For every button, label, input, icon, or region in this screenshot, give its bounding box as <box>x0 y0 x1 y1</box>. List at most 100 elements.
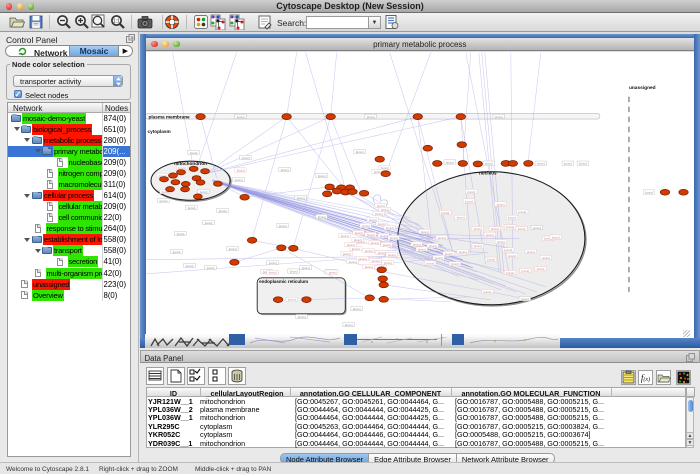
svg-text:[xxxx]: [xxxx] <box>268 260 276 264</box>
svg-text:f(x): f(x) <box>641 373 650 383</box>
svg-text:[xxxx]: [xxxx] <box>178 165 186 169</box>
svg-text:nucleus: nucleus <box>478 170 496 175</box>
svg-text:[xxxx]: [xxxx] <box>364 264 372 268</box>
svg-text:[xxxx]: [xxxx] <box>382 242 390 246</box>
svg-text:[xxxx]: [xxxx] <box>444 251 452 255</box>
svg-text:[xxxx]: [xxxx] <box>328 270 336 274</box>
svg-text:[xxxx]: [xxxx] <box>289 269 297 273</box>
svg-text:[xxxx]: [xxxx] <box>172 249 180 253</box>
svg-text:1:1: 1:1 <box>113 19 120 25</box>
svg-text:[xxxx]: [xxxx] <box>364 248 372 252</box>
svg-text:[xxxx]: [xxxx] <box>420 229 428 233</box>
svg-text:[xxxx]: [xxxx] <box>645 190 653 194</box>
svg-text:[xxxx]: [xxxx] <box>370 240 378 244</box>
svg-text:[xxxx]: [xxxx] <box>352 306 360 310</box>
svg-text:[xxxx]: [xxxx] <box>296 195 304 199</box>
svg-text:[xxxx]: [xxxx] <box>445 160 453 164</box>
svg-text:[xxxx]: [xxxx] <box>278 223 286 227</box>
svg-text:[xxxx]: [xxxx] <box>355 149 363 153</box>
svg-text:[xxxx]: [xxxx] <box>236 114 244 118</box>
svg-text:[xxxx]: [xxxx] <box>483 289 491 293</box>
svg-text:[xxxx]: [xxxx] <box>228 246 236 250</box>
svg-text:[xxxx]: [xxxx] <box>517 227 525 231</box>
svg-text:[xxxx]: [xxxx] <box>434 255 442 259</box>
svg-text:plasma membrane: plasma membrane <box>148 114 190 119</box>
svg-text:[xxxx]: [xxxx] <box>236 168 244 172</box>
svg-text:[xxxx]: [xxxx] <box>441 210 449 214</box>
svg-text:[xxxx]: [xxxx] <box>428 243 436 247</box>
svg-text:[xxxx]: [xxxx] <box>361 223 369 227</box>
svg-text:[xxxx]: [xxxx] <box>551 235 559 239</box>
svg-text:[xxxx]: [xxxx] <box>371 258 379 262</box>
svg-text:[xxxx]: [xxxx] <box>437 235 445 239</box>
svg-text:[xxxx]: [xxxx] <box>374 211 382 215</box>
svg-text:[xxxx]: [xxxx] <box>385 225 393 229</box>
svg-text:[xxxx]: [xxxx] <box>467 189 475 193</box>
svg-text:[xxxx]: [xxxx] <box>351 246 359 250</box>
svg-text:[xxxx]: [xxxx] <box>487 257 495 261</box>
svg-text:[xxxx]: [xxxx] <box>373 169 381 173</box>
svg-text:[xxxx]: [xxxx] <box>206 265 214 269</box>
svg-text:[xxxx]: [xxxx] <box>268 270 276 274</box>
svg-text:[xxxx]: [xxxx] <box>579 161 587 165</box>
svg-text:mitochondrion: mitochondrion <box>174 161 207 166</box>
svg-text:[xxxx]: [xxxx] <box>518 209 526 213</box>
svg-text:[xxxx]: [xxxx] <box>354 230 362 234</box>
svg-text:[xxxx]: [xxxx] <box>348 259 356 263</box>
svg-text:[xxxx]: [xxxx] <box>241 155 249 159</box>
svg-text:[xxxx]: [xxxx] <box>506 225 514 229</box>
svg-text:[xxxx]: [xxxx] <box>486 232 494 236</box>
svg-text:[xxxx]: [xxxx] <box>491 227 499 231</box>
svg-text:[xxxx]: [xxxx] <box>458 249 466 253</box>
svg-text:[xxxx]: [xxxx] <box>504 248 512 252</box>
svg-text:[xxxx]: [xxxx] <box>473 244 481 248</box>
svg-text:[xxxx]: [xxxx] <box>426 261 434 265</box>
svg-text:cytoplasm: cytoplasm <box>147 129 170 134</box>
svg-text:[xxxx]: [xxxx] <box>494 114 502 118</box>
svg-text:[xxxx]: [xxxx] <box>366 232 374 236</box>
svg-text:[xxxx]: [xxxx] <box>159 198 167 202</box>
svg-text:[xxxx]: [xxxx] <box>204 220 212 224</box>
svg-text:unassigned: unassigned <box>628 85 655 91</box>
svg-text:[xxxx]: [xxxx] <box>536 267 544 271</box>
svg-text:[xxxx]: [xxxx] <box>456 215 464 219</box>
svg-text:[xxxx]: [xxxx] <box>185 263 193 267</box>
svg-text:[xxxx]: [xxxx] <box>377 250 385 254</box>
svg-text:[xxxx]: [xxxx] <box>317 173 325 177</box>
svg-text:[xxxx]: [xxxx] <box>189 150 197 154</box>
svg-text:[xxxx]: [xxxx] <box>542 255 550 259</box>
svg-text:[xxxx]: [xxxx] <box>340 233 348 237</box>
svg-text:endoplasmic reticulum: endoplasmic reticulum <box>259 278 308 283</box>
svg-text:[xxxx]: [xxxx] <box>527 249 535 253</box>
svg-text:[xxxx]: [xxxx] <box>287 297 295 301</box>
svg-text:[xxxx]: [xxxx] <box>521 269 529 273</box>
svg-text:[xxxx]: [xxxx] <box>317 214 325 218</box>
svg-text:[xxxx]: [xxxx] <box>187 205 195 209</box>
svg-text:[xxxx]: [xxxx] <box>389 235 397 239</box>
svg-text:[xxxx]: [xxxx] <box>521 296 529 300</box>
svg-text:[xxxx]: [xxxx] <box>199 189 207 193</box>
svg-text:[xxxx]: [xxxx] <box>496 202 504 206</box>
svg-text:[xxxx]: [xxxx] <box>508 215 516 219</box>
svg-text:[xxxx]: [xxxx] <box>344 322 352 326</box>
svg-text:[xxxx]: [xxxx] <box>379 233 387 237</box>
svg-text:[xxxx]: [xxxx] <box>346 242 354 246</box>
svg-text:[xxxx]: [xxxx] <box>564 161 572 165</box>
svg-text:[xxxx]: [xxxx] <box>387 252 395 256</box>
svg-text:[xxxx]: [xxxx] <box>301 265 309 269</box>
svg-text:[xxxx]: [xxxx] <box>496 239 504 243</box>
svg-text:[xxxx]: [xxxx] <box>451 262 459 266</box>
svg-text:[xxxx]: [xxxx] <box>297 314 305 318</box>
svg-text:[xxxx]: [xxxx] <box>280 167 288 171</box>
svg-text:[xxxx]: [xxxx] <box>366 114 374 118</box>
svg-text:[xxxx]: [xxxx] <box>383 260 391 264</box>
svg-text:[xxxx]: [xxxx] <box>342 251 350 255</box>
svg-text:[xxxx]: [xxxx] <box>412 242 420 246</box>
svg-text:[xxxx]: [xxxx] <box>353 237 361 241</box>
svg-text:[xxxx]: [xxxx] <box>533 225 541 229</box>
svg-text:[xxxx]: [xxxx] <box>234 177 242 181</box>
svg-text:[xxxx]: [xxxx] <box>465 199 473 203</box>
svg-text:[xxxx]: [xxxx] <box>417 247 425 251</box>
svg-text:[xxxx]: [xxxx] <box>218 208 226 212</box>
svg-text:[xxxx]: [xxxx] <box>368 217 376 221</box>
